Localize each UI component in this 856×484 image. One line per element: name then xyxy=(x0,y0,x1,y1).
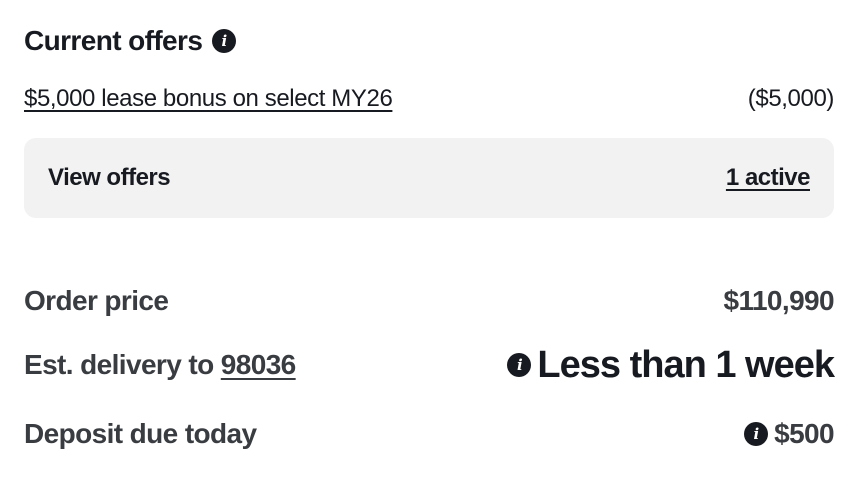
view-offers-button[interactable]: View offers 1 active xyxy=(24,138,834,218)
delivery-label-prefix: Est. delivery to xyxy=(24,349,214,380)
info-icon[interactable]: i xyxy=(212,29,237,53)
deposit-row: Deposit due today i $500 xyxy=(24,414,835,454)
info-icon[interactable]: i xyxy=(507,353,532,377)
active-offers-link[interactable]: 1 active xyxy=(726,164,811,192)
order-price-value: $110,990 xyxy=(723,285,835,316)
delivery-row: Est. delivery to 98036 i Less than 1 wee… xyxy=(24,341,835,389)
offers-header: Current offers i xyxy=(24,22,237,60)
order-price-label: Order price xyxy=(24,285,169,316)
delivery-label: Est. delivery to 98036 xyxy=(24,345,296,385)
delivery-estimate-value: Less than 1 week xyxy=(537,344,835,386)
offers-title: Current offers xyxy=(24,25,203,56)
deposit-value-group: i $500 xyxy=(744,414,835,454)
offer-item: $5,000 lease bonus on select MY26 ($5,00… xyxy=(24,82,834,116)
delivery-estimate: i Less than 1 week xyxy=(507,341,835,389)
info-icon[interactable]: i xyxy=(744,422,769,446)
deposit-label: Deposit due today xyxy=(24,418,257,449)
delivery-zip-link[interactable]: 98036 xyxy=(221,349,296,380)
pricing-summary-panel: Current offers i $5,000 lease bonus on s… xyxy=(24,0,835,484)
order-price-row: Order price $110,990 xyxy=(24,281,835,321)
offer-link[interactable]: $5,000 lease bonus on select MY26 xyxy=(24,82,393,116)
deposit-value: $500 xyxy=(774,418,834,449)
view-offers-label: View offers xyxy=(48,164,171,191)
offer-amount: ($5,000) xyxy=(747,85,835,112)
